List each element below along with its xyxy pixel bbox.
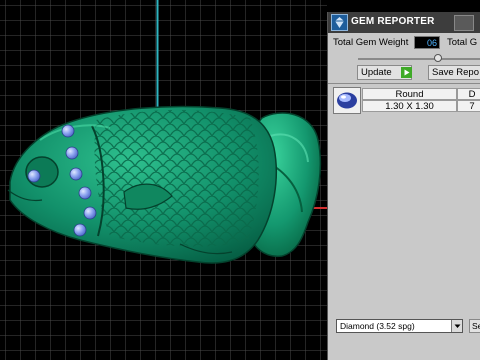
material-select[interactable]: Diamond (3.52 spg) (336, 319, 463, 333)
fish-scales (94, 109, 259, 247)
material-selected-value: Diamond (3.52 spg) (340, 321, 415, 331)
chevron-down-icon[interactable] (451, 320, 462, 332)
buttons-row: Update Save Repo (328, 65, 480, 81)
gem-stone[interactable] (69, 167, 83, 181)
total-gem-label: Total G (447, 37, 478, 48)
gem-stone[interactable] (65, 146, 79, 160)
material-next-button[interactable]: Se (469, 319, 480, 333)
gem-stone[interactable] (27, 169, 41, 183)
update-label: Update (361, 67, 392, 78)
viewport-canvas[interactable] (0, 0, 327, 360)
gem-stone[interactable] (61, 124, 75, 138)
panel-divider (328, 83, 480, 84)
gem-stone[interactable] (78, 186, 92, 200)
gem-stone[interactable] (83, 206, 97, 220)
panel-close-button[interactable] (454, 15, 474, 31)
gem-d-cell: 7 (457, 100, 480, 112)
panel-slider[interactable] (328, 53, 480, 65)
gem-reporter-panel: GEM REPORTER Total Gem Weight 06 Total G… (327, 12, 480, 360)
3d-viewport[interactable] (0, 0, 327, 360)
column-header-shape: Round (362, 88, 457, 100)
gem-stone[interactable] (73, 223, 87, 237)
gem-table: Round D 1.30 X 1.30 7 (333, 87, 480, 115)
total-gem-weight-label: Total Gem Weight (333, 37, 409, 48)
slider-thumb[interactable] (433, 54, 442, 62)
material-row: Diamond (3.52 spg) Se (328, 318, 480, 334)
panel-header: GEM REPORTER (328, 12, 480, 33)
column-header-d: D (457, 88, 480, 100)
weights-row: Total Gem Weight 06 Total G (328, 36, 480, 51)
update-button[interactable]: Update (357, 65, 412, 80)
round-gem-icon[interactable] (333, 87, 361, 114)
panel-title: GEM REPORTER (351, 16, 435, 27)
gem-size-cell: 1.30 X 1.30 (362, 100, 457, 112)
gem-reporter-logo-icon (331, 14, 348, 31)
save-report-label: Save Repo (432, 67, 480, 78)
total-gem-weight-value[interactable]: 06 (414, 36, 440, 49)
play-icon[interactable] (401, 67, 412, 78)
save-report-button[interactable]: Save Repo (428, 65, 480, 80)
slider-track[interactable] (358, 58, 480, 60)
